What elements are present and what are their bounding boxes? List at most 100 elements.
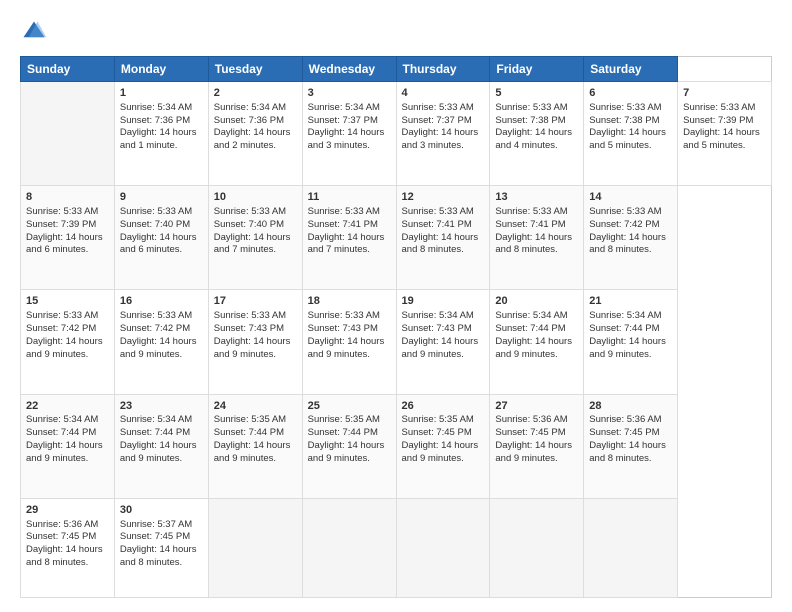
day-info: Sunrise: 5:35 AMSunset: 7:45 PMDaylight:… <box>402 414 479 463</box>
calendar-cell: 29Sunrise: 5:36 AMSunset: 7:45 PMDayligh… <box>21 498 115 597</box>
logo <box>20 18 54 46</box>
day-number: 5 <box>495 86 578 101</box>
day-info: Sunrise: 5:34 AMSunset: 7:44 PMDaylight:… <box>495 310 572 359</box>
day-info: Sunrise: 5:33 AMSunset: 7:39 PMDaylight:… <box>26 206 103 255</box>
day-header-tuesday: Tuesday <box>208 57 302 82</box>
calendar-header-row: SundayMondayTuesdayWednesdayThursdayFrid… <box>21 57 772 82</box>
day-info: Sunrise: 5:33 AMSunset: 7:43 PMDaylight:… <box>308 310 385 359</box>
calendar-cell: 1Sunrise: 5:34 AMSunset: 7:36 PMDaylight… <box>114 82 208 186</box>
day-header-friday: Friday <box>490 57 584 82</box>
day-number: 16 <box>120 294 203 309</box>
day-info: Sunrise: 5:35 AMSunset: 7:44 PMDaylight:… <box>308 414 385 463</box>
calendar: SundayMondayTuesdayWednesdayThursdayFrid… <box>20 56 772 598</box>
day-number: 30 <box>120 503 203 518</box>
day-number: 17 <box>214 294 297 309</box>
day-info: Sunrise: 5:34 AMSunset: 7:37 PMDaylight:… <box>308 102 385 151</box>
calendar-cell: 22Sunrise: 5:34 AMSunset: 7:44 PMDayligh… <box>21 394 115 498</box>
day-info: Sunrise: 5:33 AMSunset: 7:42 PMDaylight:… <box>120 310 197 359</box>
day-header-sunday: Sunday <box>21 57 115 82</box>
logo-icon <box>20 18 48 46</box>
day-info: Sunrise: 5:37 AMSunset: 7:45 PMDaylight:… <box>120 519 197 568</box>
day-info: Sunrise: 5:34 AMSunset: 7:36 PMDaylight:… <box>120 102 197 151</box>
day-number: 10 <box>214 190 297 205</box>
calendar-cell: 20Sunrise: 5:34 AMSunset: 7:44 PMDayligh… <box>490 290 584 394</box>
day-info: Sunrise: 5:33 AMSunset: 7:43 PMDaylight:… <box>214 310 291 359</box>
week-row-1: 1Sunrise: 5:34 AMSunset: 7:36 PMDaylight… <box>21 82 772 186</box>
day-info: Sunrise: 5:33 AMSunset: 7:41 PMDaylight:… <box>402 206 479 255</box>
calendar-cell: 15Sunrise: 5:33 AMSunset: 7:42 PMDayligh… <box>21 290 115 394</box>
day-info: Sunrise: 5:33 AMSunset: 7:40 PMDaylight:… <box>214 206 291 255</box>
day-info: Sunrise: 5:33 AMSunset: 7:42 PMDaylight:… <box>589 206 666 255</box>
week-row-3: 15 Sunrise: 5:33 AMSunset: 7:42 PMDayligh… <box>21 290 772 394</box>
day-number: 2 <box>214 86 297 101</box>
calendar-cell: 17Sunrise: 5:33 AMSunset: 7:43 PMDayligh… <box>208 290 302 394</box>
page: SundayMondayTuesdayWednesdayThursdayFrid… <box>0 0 792 612</box>
calendar-cell <box>396 498 490 597</box>
calendar-cell: 10Sunrise: 5:33 AMSunset: 7:40 PMDayligh… <box>208 186 302 290</box>
day-number: 14 <box>589 190 672 205</box>
calendar-cell: 18Sunrise: 5:33 AMSunset: 7:43 PMDayligh… <box>302 290 396 394</box>
calendar-cell: 19Sunrise: 5:34 AMSunset: 7:43 PMDayligh… <box>396 290 490 394</box>
day-info: Sunrise: 5:36 AMSunset: 7:45 PMDaylight:… <box>26 519 103 568</box>
calendar-cell: 9Sunrise: 5:33 AMSunset: 7:40 PMDaylight… <box>114 186 208 290</box>
week-row-4: 22Sunrise: 5:34 AMSunset: 7:44 PMDayligh… <box>21 394 772 498</box>
calendar-cell: 11Sunrise: 5:33 AMSunset: 7:41 PMDayligh… <box>302 186 396 290</box>
day-header-monday: Monday <box>114 57 208 82</box>
header <box>20 18 772 46</box>
day-number: 11 <box>308 190 391 205</box>
day-number: 28 <box>589 399 672 414</box>
day-header-thursday: Thursday <box>396 57 490 82</box>
day-info: Sunrise: 5:33 AMSunset: 7:38 PMDaylight:… <box>495 102 572 151</box>
day-info: Sunrise: 5:34 AMSunset: 7:36 PMDaylight:… <box>214 102 291 151</box>
day-number: 12 <box>402 190 485 205</box>
calendar-cell <box>302 498 396 597</box>
day-info: Sunrise: 5:35 AMSunset: 7:44 PMDaylight:… <box>214 414 291 463</box>
calendar-cell: 8Sunrise: 5:33 AMSunset: 7:39 PMDaylight… <box>21 186 115 290</box>
calendar-cell: 28Sunrise: 5:36 AMSunset: 7:45 PMDayligh… <box>584 394 678 498</box>
day-info: Sunrise: 5:34 AMSunset: 7:43 PMDaylight:… <box>402 310 479 359</box>
day-info: Sunrise: 5:33 AMSunset: 7:40 PMDaylight:… <box>120 206 197 255</box>
day-info: Sunrise: 5:34 AMSunset: 7:44 PMDaylight:… <box>589 310 666 359</box>
day-number: 13 <box>495 190 578 205</box>
day-number: 1 <box>120 86 203 101</box>
calendar-cell: 13Sunrise: 5:33 AMSunset: 7:41 PMDayligh… <box>490 186 584 290</box>
day-number: 29 <box>26 503 109 518</box>
day-number: 6 <box>589 86 672 101</box>
calendar-cell: 5Sunrise: 5:33 AMSunset: 7:38 PMDaylight… <box>490 82 584 186</box>
day-number: 27 <box>495 399 578 414</box>
day-number: 21 <box>589 294 672 309</box>
calendar-cell <box>208 498 302 597</box>
day-info: Sunrise: 5:33 AMSunset: 7:41 PMDaylight:… <box>495 206 572 255</box>
day-info: Sunrise: 5:33 AMSunset: 7:38 PMDaylight:… <box>589 102 666 151</box>
calendar-cell: 16Sunrise: 5:33 AMSunset: 7:42 PMDayligh… <box>114 290 208 394</box>
calendar-cell: 23Sunrise: 5:34 AMSunset: 7:44 PMDayligh… <box>114 394 208 498</box>
day-number: 15 <box>26 294 109 309</box>
calendar-cell: 21Sunrise: 5:34 AMSunset: 7:44 PMDayligh… <box>584 290 678 394</box>
calendar-cell: 2Sunrise: 5:34 AMSunset: 7:36 PMDaylight… <box>208 82 302 186</box>
day-number: 20 <box>495 294 578 309</box>
calendar-cell <box>584 498 678 597</box>
day-number: 8 <box>26 190 109 205</box>
day-info: Sunrise: 5:36 AMSunset: 7:45 PMDaylight:… <box>495 414 572 463</box>
day-number: 3 <box>308 86 391 101</box>
day-number: 23 <box>120 399 203 414</box>
day-info: Sunrise: 5:33 AMSunset: 7:41 PMDaylight:… <box>308 206 385 255</box>
calendar-cell: 3Sunrise: 5:34 AMSunset: 7:37 PMDaylight… <box>302 82 396 186</box>
day-number: 24 <box>214 399 297 414</box>
calendar-cell: 24Sunrise: 5:35 AMSunset: 7:44 PMDayligh… <box>208 394 302 498</box>
calendar-cell: 26Sunrise: 5:35 AMSunset: 7:45 PMDayligh… <box>396 394 490 498</box>
day-number: 4 <box>402 86 485 101</box>
week-row-5: 29Sunrise: 5:36 AMSunset: 7:45 PMDayligh… <box>21 498 772 597</box>
calendar-cell: 30Sunrise: 5:37 AMSunset: 7:45 PMDayligh… <box>114 498 208 597</box>
day-number: 19 <box>402 294 485 309</box>
calendar-cell: 7Sunrise: 5:33 AMSunset: 7:39 PMDaylight… <box>678 82 772 186</box>
day-info: Sunrise: 5:33 AMSunset: 7:39 PMDaylight:… <box>683 102 760 151</box>
day-number: 26 <box>402 399 485 414</box>
day-info: Sunrise: 5:33 AMSunset: 7:37 PMDaylight:… <box>402 102 479 151</box>
calendar-cell: 6Sunrise: 5:33 AMSunset: 7:38 PMDaylight… <box>584 82 678 186</box>
day-header-wednesday: Wednesday <box>302 57 396 82</box>
calendar-cell: 12Sunrise: 5:33 AMSunset: 7:41 PMDayligh… <box>396 186 490 290</box>
day-header-saturday: Saturday <box>584 57 678 82</box>
day-number: 18 <box>308 294 391 309</box>
calendar-cell: 4Sunrise: 5:33 AMSunset: 7:37 PMDaylight… <box>396 82 490 186</box>
